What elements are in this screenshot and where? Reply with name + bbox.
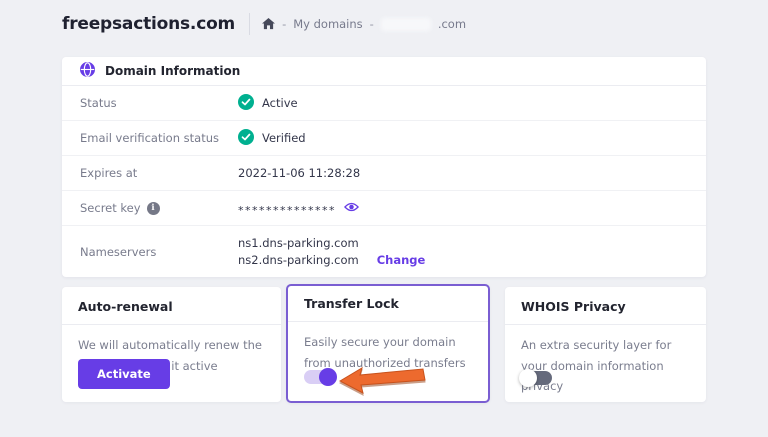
nameserver-1: ns1.dns-parking.com: [238, 236, 425, 250]
whois-privacy-description: An extra security layer for your domain …: [505, 325, 706, 397]
nameservers-value: ns1.dns-parking.com ns2.dns-parking.com …: [238, 236, 425, 267]
breadcrumb-domain-suffix: .com: [438, 17, 466, 31]
toggle-knob: [519, 369, 537, 387]
domain-information-card: Domain Information Status Active Email v…: [62, 57, 706, 277]
secret-key-value: **************: [238, 201, 359, 216]
whois-privacy-title: WHOIS Privacy: [505, 287, 706, 325]
check-circle-icon: [238, 94, 254, 113]
breadcrumb-separator: -: [370, 17, 374, 31]
email-verification-label: Email verification status: [80, 131, 238, 145]
secret-key-row: Secret key i **************: [62, 191, 706, 226]
transfer-lock-title: Transfer Lock: [288, 286, 488, 322]
transfer-lock-card: Transfer Lock Easily secure your domain …: [286, 284, 490, 403]
secret-key-label-text: Secret key: [80, 201, 141, 215]
eye-icon[interactable]: [344, 201, 359, 216]
title-divider: [249, 13, 250, 35]
status-row: Status Active: [62, 86, 706, 121]
breadcrumb-separator: -: [282, 17, 286, 31]
feature-cards-row: Auto-renewal We will automatically renew…: [62, 287, 706, 403]
domain-information-header: Domain Information: [62, 57, 706, 86]
change-nameservers-link[interactable]: Change: [377, 253, 426, 267]
email-verification-row: Email verification status Verified: [62, 121, 706, 156]
breadcrumb: - My domains - .com: [262, 17, 466, 31]
topbar: freepsactions.com - My domains - .com: [62, 13, 466, 35]
status-label: Status: [80, 96, 238, 110]
check-circle-icon: [238, 129, 254, 148]
auto-renewal-card: Auto-renewal We will automatically renew…: [62, 287, 281, 402]
activate-button[interactable]: Activate: [78, 359, 170, 389]
whois-privacy-card: WHOIS Privacy An extra security layer fo…: [505, 287, 706, 402]
email-verification-text: Verified: [262, 131, 306, 145]
info-icon[interactable]: i: [147, 202, 160, 215]
status-value: Active: [238, 94, 298, 113]
expires-value: 2022-11-06 11:28:28: [238, 166, 360, 180]
expires-row: Expires at 2022-11-06 11:28:28: [62, 156, 706, 191]
page-title: freepsactions.com: [62, 14, 235, 34]
domain-management-page: freepsactions.com - My domains - .com Do…: [0, 0, 768, 437]
masked-domain-name: [381, 18, 431, 31]
nameserver-2: ns2.dns-parking.com: [238, 253, 359, 267]
transfer-lock-toggle[interactable]: [304, 370, 335, 384]
nameservers-label: Nameservers: [80, 245, 238, 259]
domain-information-title: Domain Information: [105, 64, 240, 78]
email-verification-value: Verified: [238, 129, 306, 148]
home-icon[interactable]: [262, 18, 275, 30]
toggle-knob: [319, 368, 337, 386]
secret-key-label: Secret key i: [80, 201, 238, 215]
globe-icon: [80, 62, 95, 81]
status-text: Active: [262, 96, 298, 110]
expires-label: Expires at: [80, 166, 238, 180]
nameservers-row: Nameservers ns1.dns-parking.com ns2.dns-…: [62, 226, 706, 277]
breadcrumb-my-domains[interactable]: My domains: [293, 17, 362, 31]
whois-privacy-toggle[interactable]: [521, 371, 552, 385]
auto-renewal-title: Auto-renewal: [62, 287, 281, 325]
transfer-lock-description: Easily secure your domain from unauthori…: [288, 322, 488, 373]
secret-key-masked: **************: [238, 204, 336, 217]
